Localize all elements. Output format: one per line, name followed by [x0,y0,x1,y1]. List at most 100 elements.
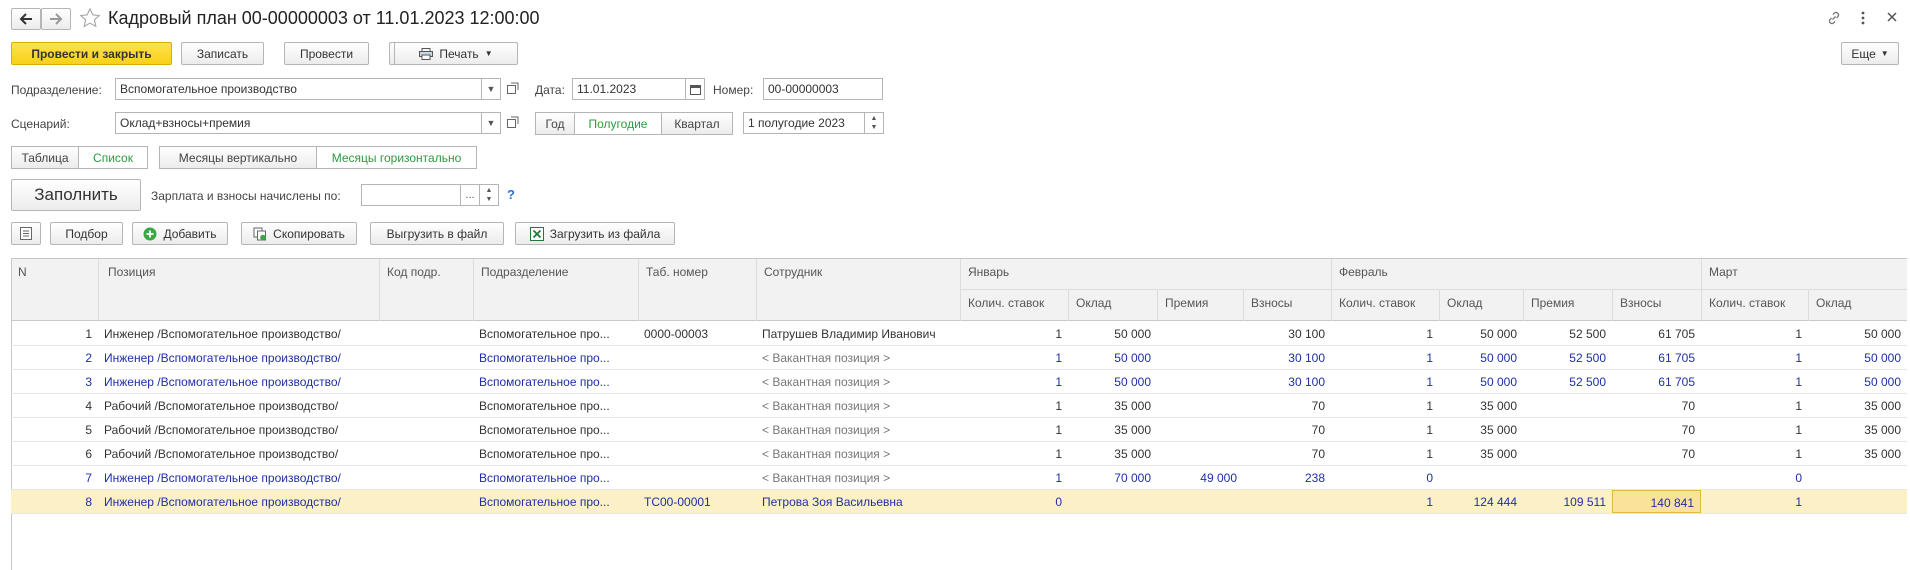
cell-f-rates[interactable]: 1 [1331,490,1439,513]
cell-f-bonus[interactable] [1523,466,1612,489]
col-mar-rates[interactable]: Колич. ставок [1703,290,1807,316]
months-vertical-toggle[interactable]: Месяцы вертикально [159,146,317,169]
chevron-up-icon[interactable]: ▲ [871,114,878,123]
cell-j-rates[interactable]: 1 [960,442,1068,465]
cell-j-contrib[interactable]: 70 [1243,394,1331,417]
cell-emp[interactable]: Патрушев Владимир Иванович [756,322,960,345]
cell-j-contrib[interactable]: 70 [1243,418,1331,441]
col-dept-code[interactable]: Код подр. [381,259,471,285]
cell-f-contrib[interactable] [1612,466,1701,489]
cell-tab[interactable] [638,418,756,441]
period-field[interactable]: 1 полугодие 2023 [743,112,865,134]
cell-code[interactable] [379,394,473,417]
cell-j-salary[interactable]: 35 000 [1068,394,1157,417]
table-row[interactable]: 5 Рабочий /Вспомогательное производство/В… [11,418,1907,442]
kebab-menu-icon[interactable] [1858,10,1868,26]
cell-j-bonus[interactable] [1157,490,1243,513]
open-icon[interactable] [507,82,519,94]
close-icon[interactable] [1886,11,1898,23]
link-icon[interactable] [1826,10,1842,26]
cell-j-bonus[interactable] [1157,346,1243,369]
cell-f-bonus[interactable]: 52 500 [1523,322,1612,345]
cell-j-contrib[interactable]: 30 100 [1243,322,1331,345]
cell-f-contrib[interactable]: 70 [1612,418,1701,441]
col-feb-salary[interactable]: Оклад [1441,290,1522,316]
cell-f-bonus[interactable]: 109 511 [1523,490,1612,513]
cell-dept[interactable]: Вспомогательное про... [473,346,638,369]
forward-button[interactable] [41,8,71,30]
cell-emp[interactable]: < Вакантная позиция > [756,394,960,417]
table-row[interactable]: 4 Рабочий /Вспомогательное производство/В… [11,394,1907,418]
view-table-toggle[interactable]: Таблица [11,146,79,169]
cell-tab[interactable]: ТС00-00001 [638,490,756,513]
cell-m-rates[interactable]: 0 [1701,466,1808,489]
cell-position[interactable]: Инженер /Вспомогательное производство/ [98,490,379,513]
cell-j-rates[interactable]: 1 [960,466,1068,489]
cell-tab[interactable] [638,394,756,417]
table-row[interactable]: 6 Рабочий /Вспомогательное производство/В… [11,442,1907,466]
pick-button[interactable]: Подбор [50,222,123,245]
cell-emp[interactable]: Петрова Зоя Васильевна [756,490,960,513]
cell-j-contrib[interactable] [1243,490,1331,513]
cell-m-salary[interactable] [1808,490,1907,513]
table-row[interactable]: 7 Инженер /Вспомогательное производство/В… [11,466,1907,490]
cell-m-salary[interactable]: 50 000 [1808,370,1907,393]
col-jan-contrib[interactable]: Взносы [1245,290,1330,316]
cell-code[interactable] [379,490,473,513]
cell-m-rates[interactable]: 1 [1701,394,1808,417]
cell-j-salary[interactable]: 50 000 [1068,322,1157,345]
department-field[interactable]: Вспомогательное производство [115,78,482,100]
col-march[interactable]: Март [1703,259,1903,285]
scenario-field[interactable]: Оклад+взносы+премия [115,112,482,134]
cell-m-rates[interactable]: 1 [1701,370,1808,393]
months-horizontal-toggle[interactable]: Месяцы горизонтально [316,146,477,169]
cell-f-contrib[interactable]: 70 [1612,394,1701,417]
cell-f-contrib[interactable]: 61 705 [1612,322,1701,345]
cell-m-salary[interactable]: 50 000 [1808,346,1907,369]
open-icon[interactable] [507,116,519,128]
cell-f-rates[interactable]: 1 [1331,346,1439,369]
calendar-button[interactable] [685,78,705,100]
export-button[interactable]: Выгрузить в файл [370,222,504,245]
cell-j-rates[interactable]: 1 [960,322,1068,345]
cell-dept[interactable]: Вспомогательное про... [473,322,638,345]
cell-position[interactable]: Инженер /Вспомогательное производство/ [98,322,379,345]
cell-j-bonus[interactable] [1157,394,1243,417]
cell-n[interactable]: 5 [11,418,98,441]
accrued-stepper[interactable]: ▲ ▼ [479,184,499,206]
fill-button[interactable]: Заполнить [11,179,141,211]
cell-j-bonus[interactable] [1157,442,1243,465]
col-tab-number[interactable]: Таб. номер [640,259,754,285]
cell-f-rates[interactable]: 1 [1331,418,1439,441]
cell-m-rates[interactable]: 1 [1701,346,1808,369]
cell-j-salary[interactable]: 70 000 [1068,466,1157,489]
cell-dept[interactable]: Вспомогательное про... [473,490,638,513]
cell-position[interactable]: Рабочий /Вспомогательное производство/ [98,394,379,417]
cell-f-salary[interactable] [1439,466,1523,489]
cell-tab[interactable] [638,370,756,393]
accrued-select-button[interactable]: ... [460,184,480,206]
cell-j-salary[interactable]: 50 000 [1068,346,1157,369]
col-position[interactable]: Позиция [102,259,372,285]
cell-j-rates[interactable]: 1 [960,346,1068,369]
cell-n[interactable]: 8 [11,490,98,513]
cell-f-rates[interactable]: 1 [1331,394,1439,417]
cell-f-rates[interactable]: 1 [1331,370,1439,393]
cell-f-salary[interactable]: 35 000 [1439,442,1523,465]
col-employee[interactable]: Сотрудник [758,259,958,285]
chevron-down-icon[interactable]: ▼ [871,123,878,132]
print-dropdown-button[interactable]: Печать ▼ [394,42,518,65]
col-feb-contrib[interactable]: Взносы [1614,290,1700,316]
cell-j-rates[interactable]: 1 [960,370,1068,393]
cell-f-contrib[interactable]: 61 705 [1612,370,1701,393]
cell-f-bonus[interactable]: 52 500 [1523,346,1612,369]
cell-j-salary[interactable]: 50 000 [1068,370,1157,393]
cell-code[interactable] [379,418,473,441]
cell-emp[interactable]: < Вакантная позиция > [756,466,960,489]
period-quarter-toggle[interactable]: Квартал [661,112,733,135]
cell-tab[interactable]: 0000-00003 [638,322,756,345]
cell-f-rates[interactable]: 1 [1331,442,1439,465]
cell-j-salary[interactable]: 35 000 [1068,442,1157,465]
cell-m-salary[interactable]: 50 000 [1808,322,1907,345]
cell-code[interactable] [379,346,473,369]
